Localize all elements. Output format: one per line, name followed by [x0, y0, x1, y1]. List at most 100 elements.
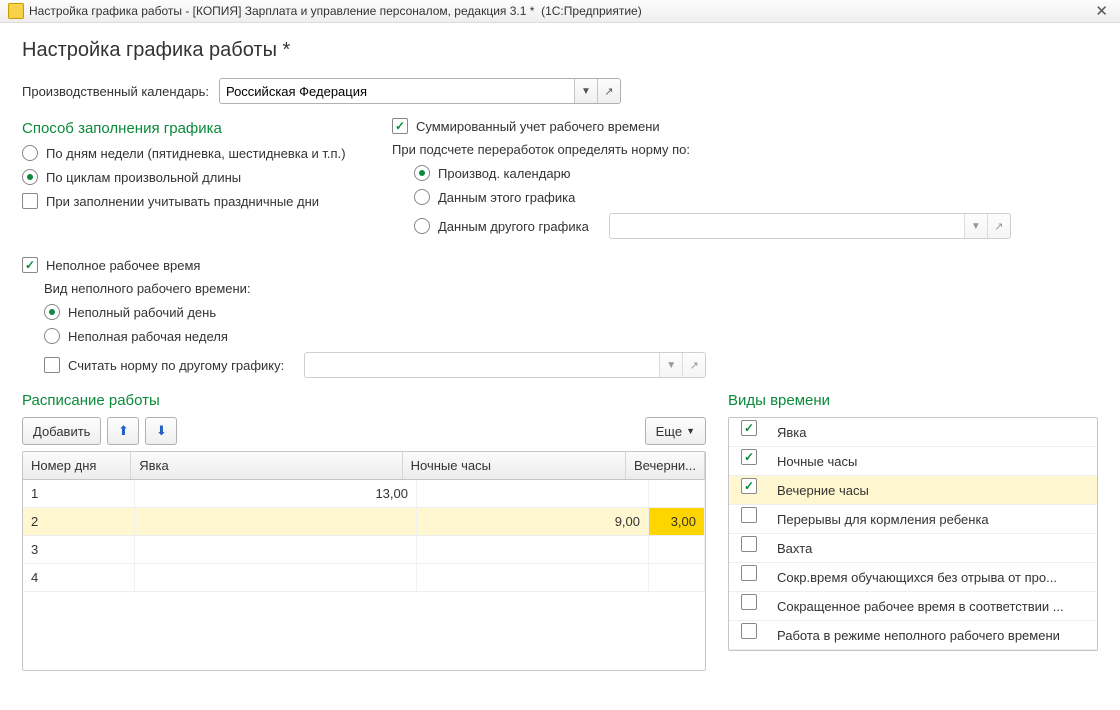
- checkbox-summary-label: Суммированный учет рабочего времени: [416, 119, 660, 134]
- calendar-dropdown-icon[interactable]: ▼: [574, 79, 597, 103]
- more-button[interactable]: Еще ▼: [645, 417, 706, 445]
- col-yavka[interactable]: Явка: [131, 452, 402, 479]
- cell-evening: 3,00: [649, 508, 705, 535]
- other-schedule-select[interactable]: ▼ ↗: [609, 213, 1011, 239]
- app-window: Настройка графика работы - [КОПИЯ] Зарпл…: [0, 0, 1120, 710]
- time-type-checkbox[interactable]: [741, 478, 757, 494]
- checkbox-icon: [741, 565, 757, 581]
- time-type-checkbox[interactable]: [741, 594, 757, 610]
- radio-norm-this-schedule-label: Данным этого графика: [438, 190, 575, 205]
- norm-other-select[interactable]: ▼ ↗: [304, 352, 706, 378]
- checkbox-summary-accounting[interactable]: Суммированный учет рабочего времени: [392, 118, 1098, 134]
- cell-evening: [649, 564, 705, 591]
- calendar-input[interactable]: [220, 79, 574, 103]
- radio-norm-other-schedule[interactable]: Данным другого графика ▼ ↗: [414, 213, 1098, 239]
- cell-num: 1: [23, 480, 135, 507]
- arrow-down-icon: ⬇: [156, 423, 167, 439]
- time-type-checkbox[interactable]: [741, 623, 757, 639]
- radio-by-cycles[interactable]: По циклам произвольной длины: [22, 169, 362, 185]
- table-row[interactable]: 113,00: [23, 480, 705, 508]
- window-title-main: Настройка графика работы - [КОПИЯ] Зарпл…: [29, 4, 534, 18]
- checkbox-icon: [741, 594, 757, 610]
- time-type-row[interactable]: Сокращенное рабочее время в соответствии…: [729, 592, 1097, 621]
- page-title: Настройка графика работы *: [22, 39, 1098, 62]
- titlebar: Настройка графика работы - [КОПИЯ] Зарпл…: [0, 0, 1120, 23]
- time-type-label: Перерывы для кормления ребенка: [769, 512, 1097, 527]
- time-type-row[interactable]: Ночные часы: [729, 447, 1097, 476]
- open-icon[interactable]: ↗: [987, 214, 1010, 238]
- schedule-grid-body: 113,002 9,003,0034: [23, 480, 705, 670]
- time-type-row[interactable]: Сокр.время обучающихся без отрыва от про…: [729, 563, 1097, 592]
- cell-night: [417, 480, 649, 507]
- close-icon[interactable]: ✕: [1091, 2, 1112, 20]
- norm-other-input[interactable]: [305, 353, 659, 377]
- time-type-label: Сокращенное рабочее время в соответствии…: [769, 599, 1097, 614]
- time-type-checkbox[interactable]: [741, 536, 757, 552]
- radio-norm-this-schedule[interactable]: Данным этого графика: [414, 189, 1098, 205]
- move-up-button[interactable]: ⬆: [107, 417, 139, 445]
- radio-icon: [44, 328, 60, 344]
- dropdown-icon[interactable]: ▼: [964, 214, 987, 238]
- time-type-checkbox[interactable]: [741, 449, 757, 465]
- cell-num: 4: [23, 564, 135, 591]
- radio-short-week[interactable]: Неполная рабочая неделя: [44, 328, 1098, 344]
- time-type-checkbox[interactable]: [741, 565, 757, 581]
- part-time-kind-label: Вид неполного рабочего времени:: [44, 281, 1098, 296]
- schedule-grid-header: Номер дня Явка Ночные часы Вечерни...: [23, 452, 705, 480]
- checkbox-part-time[interactable]: Неполное рабочее время: [22, 257, 1098, 273]
- arrow-up-icon: ⬆: [118, 423, 129, 439]
- checkbox-icon: [741, 507, 757, 523]
- table-row[interactable]: 3: [23, 536, 705, 564]
- checkbox-norm-other-label: Считать норму по другому графику:: [68, 358, 284, 373]
- fill-method-header: Способ заполнения графика: [22, 120, 362, 137]
- schedule-grid: Номер дня Явка Ночные часы Вечерни... 11…: [22, 451, 706, 671]
- radio-norm-prod-calendar-label: Производ. календарю: [438, 166, 571, 181]
- time-type-row[interactable]: Вечерние часы: [729, 476, 1097, 505]
- norm-label: При подсчете переработок определять норм…: [392, 142, 1098, 157]
- time-type-row[interactable]: Вахта: [729, 534, 1097, 563]
- time-type-row[interactable]: Явка: [729, 418, 1097, 447]
- time-type-label: Вахта: [769, 541, 1097, 556]
- time-types-header: Виды времени: [728, 392, 1098, 409]
- time-type-checkbox[interactable]: [741, 507, 757, 523]
- checkbox-icon: [741, 420, 757, 436]
- radio-icon: [22, 169, 38, 185]
- calendar-open-icon[interactable]: ↗: [597, 79, 620, 103]
- schedule-toolbar: Добавить ⬆ ⬇ Еще ▼: [22, 417, 706, 445]
- radio-by-weekdays[interactable]: По дням недели (пятидневка, шестидневка …: [22, 145, 362, 161]
- time-type-checkbox[interactable]: [741, 420, 757, 436]
- calendar-select[interactable]: ▼ ↗: [219, 78, 621, 104]
- cell-evening: [649, 480, 705, 507]
- checkbox-holidays-label: При заполнении учитывать праздничные дни: [46, 194, 319, 209]
- radio-short-day[interactable]: Неполный рабочий день: [44, 304, 1098, 320]
- more-button-label: Еще: [656, 424, 682, 439]
- table-row[interactable]: 4: [23, 564, 705, 592]
- radio-icon: [22, 145, 38, 161]
- checkbox-icon: [741, 623, 757, 639]
- radio-short-day-label: Неполный рабочий день: [68, 305, 216, 320]
- cell-num: 2: [23, 508, 135, 535]
- col-num[interactable]: Номер дня: [23, 452, 131, 479]
- time-type-row[interactable]: Перерывы для кормления ребенка: [729, 505, 1097, 534]
- dropdown-icon[interactable]: ▼: [659, 353, 682, 377]
- cell-yavka: [135, 508, 417, 535]
- time-type-label: Ночные часы: [769, 454, 1097, 469]
- checkbox-icon: [22, 193, 38, 209]
- col-evening[interactable]: Вечерни...: [626, 452, 705, 479]
- cell-night: [417, 536, 649, 563]
- time-type-label: Вечерние часы: [769, 483, 1097, 498]
- window-title-suffix: (1С:Предприятие): [541, 4, 642, 18]
- checkbox-norm-other-schedule[interactable]: Считать норму по другому графику: ▼ ↗: [44, 352, 1098, 378]
- radio-norm-prod-calendar[interactable]: Производ. календарю: [414, 165, 1098, 181]
- move-down-button[interactable]: ⬇: [145, 417, 177, 445]
- add-button[interactable]: Добавить: [22, 417, 101, 445]
- checkbox-icon: [741, 449, 757, 465]
- checkbox-holidays[interactable]: При заполнении учитывать праздничные дни: [22, 193, 362, 209]
- col-night[interactable]: Ночные часы: [403, 452, 626, 479]
- cell-night: 9,00: [417, 508, 649, 535]
- table-row[interactable]: 2 9,003,00: [23, 508, 705, 536]
- open-icon[interactable]: ↗: [682, 353, 705, 377]
- time-type-row[interactable]: Работа в режиме неполного рабочего време…: [729, 621, 1097, 650]
- checkbox-icon: [392, 118, 408, 134]
- other-schedule-input[interactable]: [610, 214, 964, 238]
